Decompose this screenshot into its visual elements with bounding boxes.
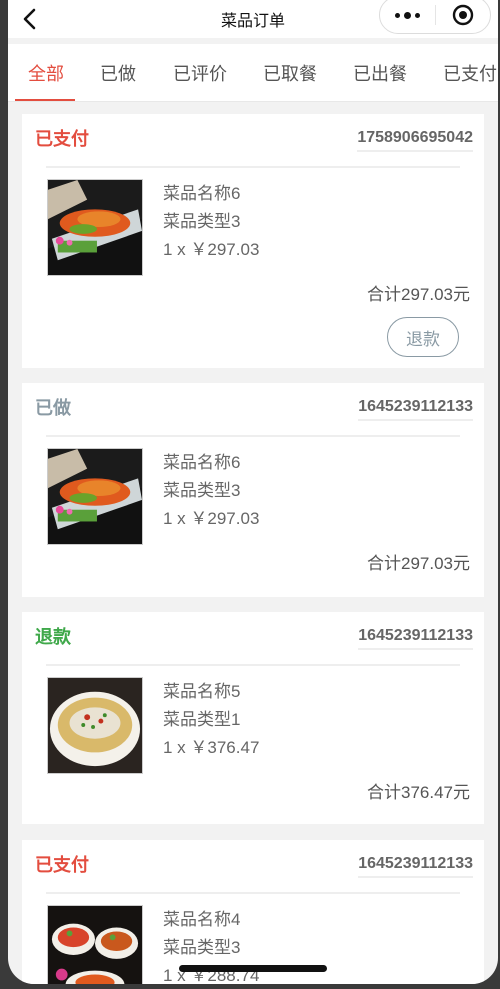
order-status: 已做 xyxy=(35,398,71,418)
order-card[interactable]: 已做 1645239112133 菜品名称6 菜品类型3 1 x ￥297.03… xyxy=(22,383,484,597)
dish-type: 菜品类型1 xyxy=(163,710,241,729)
more-options-icon[interactable] xyxy=(380,0,435,32)
dish-name: 菜品名称6 xyxy=(163,453,241,472)
dish-image-salad-platter xyxy=(47,179,143,276)
order-number: 1645239112133 xyxy=(358,624,473,650)
order-status: 已支付 xyxy=(35,855,89,875)
order-number: 1645239112133 xyxy=(358,395,473,421)
divider xyxy=(46,892,460,894)
order-card[interactable]: 已支付 1758906695042 菜品名称6 菜品类型3 1 x ￥297.0… xyxy=(22,114,484,368)
active-tab-indicator xyxy=(15,99,75,101)
dish-qty-price: 1 x ￥376.47 xyxy=(163,738,260,757)
divider xyxy=(46,435,460,437)
dish-name: 菜品名称5 xyxy=(163,682,241,701)
dish-type: 菜品类型3 xyxy=(163,481,241,500)
dish-info: 菜品名称4 菜品类型3 1 x ￥288.74 xyxy=(163,906,259,984)
tab-reviewed[interactable]: 已评价 xyxy=(173,44,227,101)
tab-picked-up[interactable]: 已取餐 xyxy=(263,44,317,101)
order-total: 合计297.03元 xyxy=(367,285,470,304)
page-title: 菜品订单 xyxy=(220,13,285,30)
dish-name: 菜品名称6 xyxy=(163,184,241,203)
dish-qty-price: 1 x ￥297.03 xyxy=(163,509,260,528)
dish-info: 菜品名称6 菜品类型3 1 x ￥297.03 xyxy=(163,449,259,533)
divider xyxy=(46,166,460,168)
tab-paid[interactable]: 已支付 xyxy=(443,44,497,101)
home-indicator[interactable] xyxy=(179,965,327,972)
order-status: 已支付 xyxy=(35,129,89,149)
close-miniprogram-icon[interactable] xyxy=(436,0,490,32)
dish-info: 菜品名称6 菜品类型3 1 x ￥297.03 xyxy=(163,180,259,264)
refund-button[interactable]: 退款 xyxy=(387,317,459,357)
order-card-header: 退款 1645239112133 xyxy=(35,624,473,652)
order-number: 1758906695042 xyxy=(357,126,473,152)
tab-all[interactable]: 全部 xyxy=(28,44,64,101)
tab-served[interactable]: 已出餐 xyxy=(353,44,407,101)
navigation-bar: 菜品订单 xyxy=(8,0,498,38)
order-number: 1645239112133 xyxy=(358,852,473,878)
dish-type: 菜品类型3 xyxy=(163,212,241,231)
phone-screen: 菜品订单 全部 已做 已评价 已取餐 已出餐 已支付 已支付 175890669… xyxy=(8,0,498,984)
dish-name: 菜品名称4 xyxy=(163,910,241,929)
tab-made[interactable]: 已做 xyxy=(100,44,136,101)
order-card-header: 已支付 1645239112133 xyxy=(35,852,473,880)
order-card-header: 已支付 1758906695042 xyxy=(35,126,473,154)
mini-program-capsule xyxy=(379,0,491,34)
dish-image-salad-platter xyxy=(47,448,143,545)
order-card[interactable]: 已支付 1645239112133 菜品名称4 菜品类型3 1 x ￥288.7… xyxy=(22,840,484,984)
divider xyxy=(46,664,460,666)
order-card[interactable]: 退款 1645239112133 菜品名称5 菜品类型1 1 x ￥376.47… xyxy=(22,612,484,824)
order-total: 合计376.47元 xyxy=(367,783,470,802)
dish-type: 菜品类型3 xyxy=(163,938,241,957)
dish-qty-price: 1 x ￥297.03 xyxy=(163,240,260,259)
order-status: 退款 xyxy=(35,627,71,647)
order-total: 合计297.03元 xyxy=(367,554,470,573)
back-button[interactable] xyxy=(16,5,44,33)
order-card-header: 已做 1645239112133 xyxy=(35,395,473,423)
dish-image-stir-fry-bowls xyxy=(47,905,143,984)
order-status-tabs: 全部 已做 已评价 已取餐 已出餐 已支付 xyxy=(8,44,498,102)
chevron-left-icon xyxy=(23,8,36,30)
dish-info: 菜品名称5 菜品类型1 1 x ￥376.47 xyxy=(163,678,259,762)
dish-image-fish-soup xyxy=(47,677,143,774)
